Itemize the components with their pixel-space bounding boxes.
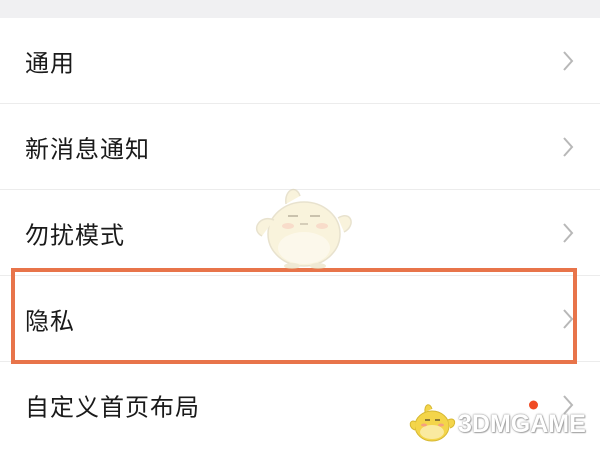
settings-item-general[interactable]: 通用 xyxy=(0,18,600,104)
settings-item-label: 自定义首页布局 xyxy=(25,393,200,422)
settings-item-custom-home-layout[interactable]: 自定义首页布局 xyxy=(0,362,600,448)
settings-item-label: 新消息通知 xyxy=(25,135,150,163)
settings-item-privacy[interactable]: 隐私 xyxy=(0,276,600,362)
red-dot-badge xyxy=(529,400,538,410)
top-bar xyxy=(0,0,600,18)
chevron-right-icon xyxy=(563,50,574,71)
settings-item-label: 通用 xyxy=(25,49,75,77)
chevron-right-icon xyxy=(563,308,574,329)
chevron-right-icon xyxy=(563,222,574,243)
settings-item-do-not-disturb[interactable]: 勿扰模式 xyxy=(0,190,600,276)
settings-item-new-message-notifications[interactable]: 新消息通知 xyxy=(0,104,600,190)
settings-item-label: 勿扰模式 xyxy=(25,221,125,249)
chevron-right-icon xyxy=(563,136,574,157)
settings-list: 通用 新消息通知 勿扰模式 隐私 自定义首页布局 xyxy=(0,18,600,448)
settings-item-label: 隐私 xyxy=(25,307,75,335)
chevron-right-icon xyxy=(563,395,574,415)
